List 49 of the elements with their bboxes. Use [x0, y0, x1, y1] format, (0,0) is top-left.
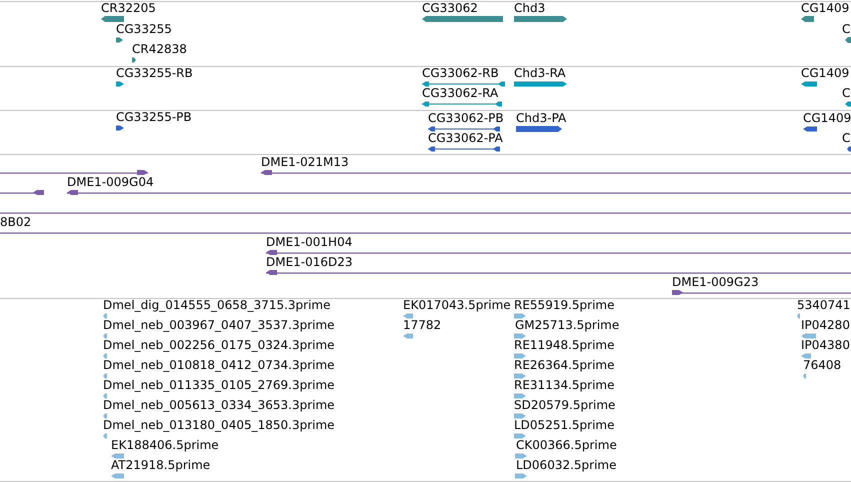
feature-label: Dmel_neb_003967_0407_3537.3prime [103, 318, 335, 332]
feature-label: CG33255 [116, 22, 172, 36]
feature-label: RE55919.5prime [514, 298, 614, 312]
feature-label: CK00366.5prime [516, 438, 617, 452]
feature-label: C [842, 86, 850, 100]
feature-label: C [842, 131, 850, 145]
feature-label: CR32205 [101, 1, 156, 15]
feature-label: 8B02 [0, 215, 32, 229]
feature-label: Dmel_neb_011335_0105_2769.3prime [103, 378, 335, 392]
feature-label: 5340741 [797, 298, 850, 312]
feature-label: DME1-016D23 [266, 255, 353, 269]
feature-label: CG33062-PB [428, 111, 504, 125]
feature-label: 76408 [803, 358, 842, 372]
feature-label: CG33062 [422, 1, 478, 15]
feature-label: DME1-009G23 [672, 275, 759, 289]
feature-label: LD06032.5prime [516, 458, 617, 472]
feature-label: C [842, 22, 850, 36]
feature-label: Chd3-RA [514, 66, 566, 80]
feature-label: IP04280 [801, 318, 850, 332]
feature-label: IP04380 [801, 338, 850, 352]
feature-label: Chd3-PA [516, 111, 566, 125]
feature-label: RE26364.5prime [514, 358, 614, 372]
feature-label: Chd3 [514, 1, 546, 15]
feature-label: RE11948.5prime [514, 338, 614, 352]
feature-label: CG33255-PB [116, 110, 192, 124]
feature-label: DME1-021M13 [261, 155, 349, 169]
feature-label: CG1409 [803, 111, 851, 125]
feature-label: DME1-001H04 [266, 235, 352, 249]
feature-label: EK188406.5prime [111, 438, 219, 452]
feature-label: RE31134.5prime [514, 378, 614, 392]
feature-label: CG33062-RA [422, 86, 498, 100]
feature-label: GM25713.5prime [515, 318, 620, 332]
feature-label: CG1409 [801, 66, 850, 80]
feature-label: Dmel_neb_010818_0412_0734.3prime [103, 358, 335, 372]
feature-label: AT21918.5prime [111, 458, 210, 472]
feature-label: 17782 [403, 318, 442, 332]
feature-label: Dmel_neb_005613_0334_3653.3prime [103, 398, 335, 412]
feature-label: CR42838 [132, 42, 187, 56]
feature-label: EK017043.5prime [403, 298, 511, 312]
feature-label: CG1409 [801, 1, 850, 15]
feature-label: Dmel_neb_013180_0405_1850.3prime [103, 418, 335, 432]
feature-label: CG33062-PA [428, 131, 503, 145]
feature-label: DME1-009G04 [67, 175, 154, 189]
feature-label: CG33255-RB [116, 66, 193, 80]
feature-label: CG33062-RB [422, 66, 499, 80]
feature-label: SD20579.5prime [514, 398, 616, 412]
feature-label: LD05251.5prime [514, 418, 615, 432]
feature-label: Dmel_dig_014555_0658_3715.3prime [103, 298, 331, 312]
feature-label: Dmel_neb_002256_0175_0324.3prime [103, 338, 335, 352]
